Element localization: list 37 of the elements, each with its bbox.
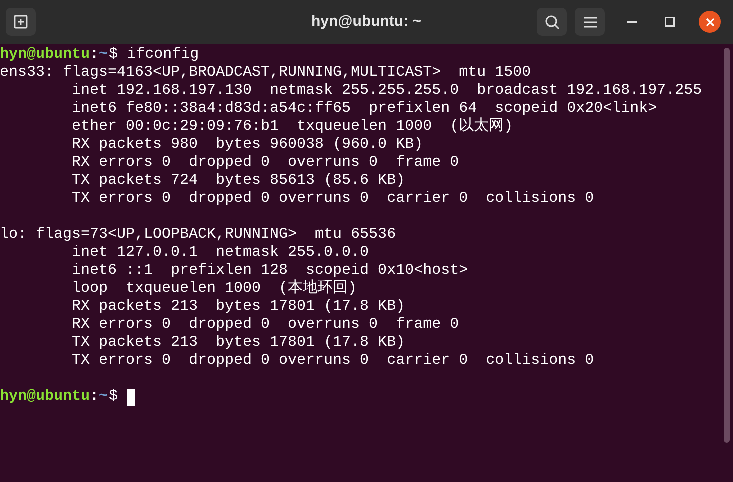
output-line: RX packets 980 bytes 960038 (960.0 KB) bbox=[71, 136, 424, 154]
output-line: lo: flags=73<UP,LOOPBACK,RUNNING> mtu 65536 bbox=[0, 226, 396, 244]
prompt-path: ~ bbox=[99, 386, 108, 407]
output-line: RX errors 0 dropped 0 overruns 0 frame 0 bbox=[71, 154, 460, 172]
scrollbar-thumb[interactable] bbox=[724, 48, 730, 443]
prompt-user-host: hyn@ubuntu bbox=[0, 44, 90, 65]
search-icon bbox=[544, 14, 560, 30]
window-title: hyn@ubuntu: ~ bbox=[311, 12, 422, 32]
close-icon bbox=[706, 18, 714, 26]
prompt-symbol: $ bbox=[109, 44, 118, 65]
new-tab-button[interactable] bbox=[6, 8, 36, 36]
prompt-symbol: $ bbox=[109, 386, 118, 407]
prompt-path: ~ bbox=[99, 44, 108, 65]
output-line: inet 127.0.0.1 netmask 255.0.0.0 bbox=[71, 244, 370, 262]
output-line: RX packets 213 bytes 17801 (17.8 KB) bbox=[71, 298, 406, 316]
output-line: TX errors 0 dropped 0 overruns 0 carrier 0 collisions 0 bbox=[71, 352, 594, 370]
prompt-colon: : bbox=[90, 44, 100, 65]
output-line: RX errors 0 dropped 0 overruns 0 frame 0 bbox=[71, 316, 460, 334]
output-line: loop txqueuelen 1000 (本地环回) bbox=[71, 280, 358, 298]
output-line: inet6 fe80::38a4:d83d:a54c:ff65 prefixlen 64 scopeid 0x20<link> bbox=[71, 100, 658, 118]
output-line: ens33: flags=4163<UP,BROADCAST,RUNNING,MULTICAST> mtu 1500 bbox=[0, 64, 532, 82]
menu-button[interactable] bbox=[575, 8, 605, 36]
output-line: inet6 ::1 prefixlen 128 scopeid 0x10<host> bbox=[71, 262, 468, 280]
output-line: TX errors 0 dropped 0 overruns 0 carrier 0 collisions 0 bbox=[71, 190, 594, 208]
command-text: ifconfig bbox=[127, 44, 200, 65]
close-button[interactable] bbox=[699, 11, 721, 33]
maximize-icon bbox=[665, 17, 675, 27]
prompt-user-host: hyn@ubuntu bbox=[0, 386, 90, 407]
output-line: inet 192.168.197.130 netmask 255.255.255.0 broadcast 192.168.197.255 bbox=[71, 82, 702, 100]
prompt-colon: : bbox=[90, 386, 100, 407]
new-tab-icon bbox=[14, 15, 28, 29]
menu-icon bbox=[584, 16, 596, 28]
output-line: TX packets 724 bytes 85613 (85.6 KB) bbox=[71, 172, 406, 190]
output-line: TX packets 213 bytes 17801 (17.8 KB) bbox=[71, 334, 406, 352]
output-line: ether 00:0c:29:09:76:b1 txqueuelen 1000 (以太网) bbox=[71, 118, 514, 136]
minimize-icon bbox=[627, 21, 637, 23]
search-button[interactable] bbox=[537, 8, 567, 36]
